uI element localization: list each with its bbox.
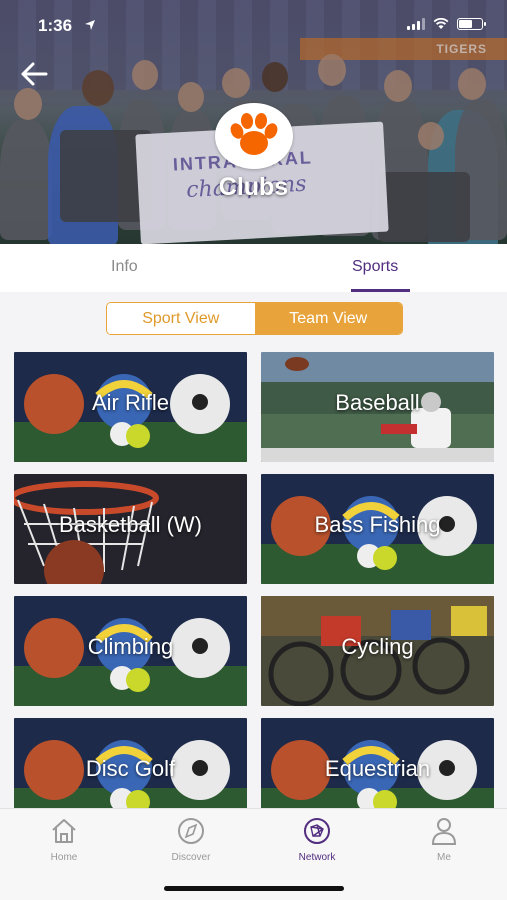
sport-tile[interactable]: Cycling <box>261 596 494 706</box>
tab-sports[interactable]: Sports <box>352 258 398 276</box>
sport-tile-label: Equestrian <box>324 756 431 781</box>
home-indicator <box>164 886 344 891</box>
nav-network[interactable]: Network <box>277 817 357 863</box>
sport-view-option[interactable]: Sport View <box>107 303 255 334</box>
sport-tile[interactable]: Equestrian <box>261 718 494 808</box>
status-bar: 1:36 <box>0 0 507 54</box>
location-arrow-icon <box>85 20 95 30</box>
sport-tile-label: Climbing <box>87 634 174 659</box>
nav-home[interactable]: Home <box>24 817 104 863</box>
team-view-option[interactable]: Team View <box>254 303 402 334</box>
sport-tile-label: Cycling <box>341 634 414 659</box>
nav-discover[interactable]: Discover <box>151 817 231 863</box>
nav-discover-label: Discover <box>171 852 211 863</box>
sport-tile-label: Baseball <box>335 390 420 415</box>
sport-tile[interactable]: Basketball (W) <box>14 474 247 584</box>
network-icon <box>304 818 330 844</box>
nav-me[interactable]: Me <box>404 817 484 863</box>
nav-home-label: Home <box>50 852 78 863</box>
back-button[interactable] <box>18 58 50 90</box>
nav-me-label: Me <box>437 852 451 863</box>
cellular-signal-icon <box>407 18 425 30</box>
page-title: Clubs <box>218 173 289 201</box>
nav-network-label: Network <box>298 852 336 863</box>
battery-icon <box>457 18 486 30</box>
sport-tile-label: Disc Golf <box>85 756 176 781</box>
tiger-paw-icon <box>230 113 278 155</box>
arrow-left-icon <box>21 62 48 86</box>
status-time: 1:36 <box>38 16 73 35</box>
compass-icon <box>178 818 204 844</box>
home-icon <box>52 819 76 843</box>
sports-content: Sport View Team View Air Rifle Baseball … <box>0 292 507 808</box>
sport-tile-label: Basketball (W) <box>58 512 203 537</box>
sport-tile[interactable]: Climbing <box>14 596 247 706</box>
sport-tile[interactable]: Disc Golf <box>14 718 247 808</box>
sport-tile[interactable]: Bass Fishing <box>261 474 494 584</box>
tab-info[interactable]: Info <box>111 258 138 276</box>
view-toggle: Sport View Team View <box>106 302 403 335</box>
wifi-icon <box>433 18 449 29</box>
tab-bar: Info Sports <box>0 244 507 292</box>
sport-tile-label: Air Rifle <box>91 390 169 415</box>
sport-tile[interactable]: Air Rifle <box>14 352 247 462</box>
person-icon <box>431 818 457 845</box>
sport-tile-label: Bass Fishing <box>314 512 441 537</box>
sport-tile[interactable]: Baseball <box>261 352 494 462</box>
club-logo <box>215 103 293 169</box>
